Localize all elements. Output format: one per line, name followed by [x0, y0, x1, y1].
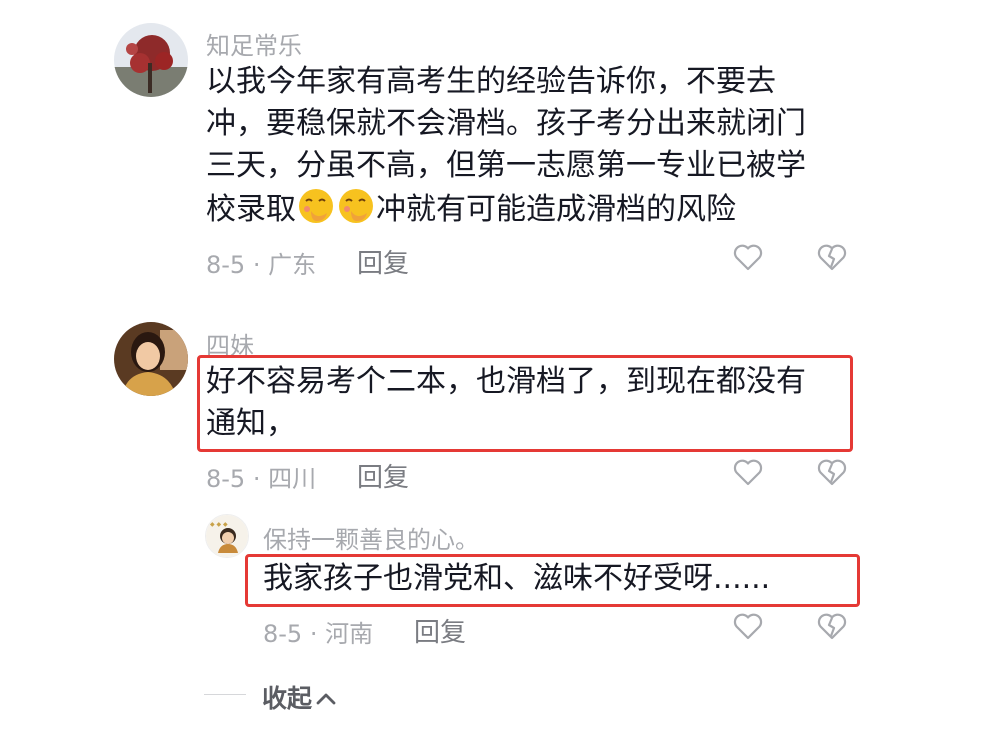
like-button[interactable] [733, 458, 763, 490]
face-with-hand-over-mouth-icon [299, 189, 333, 223]
like-button[interactable] [733, 612, 763, 644]
collapse-label: 收起 [262, 684, 313, 713]
dislike-button[interactable] [817, 243, 847, 275]
avatar[interactable] [114, 322, 188, 396]
reply-button[interactable]: 回复 [414, 612, 466, 649]
comment-line: 以我今年家有高考生的经验告诉你，不要去 [206, 64, 776, 99]
comment-line: 三天，分虽不高，但第一志愿第一专业已被学 [206, 148, 806, 183]
comment-line-suffix: 冲就有可能造成滑档的风险 [376, 192, 736, 227]
dislike-button[interactable] [817, 612, 847, 644]
highlight-box [197, 355, 853, 452]
avatar-image: ◆ ◆ ◆ [206, 515, 248, 557]
divider [204, 694, 246, 695]
broken-heart-icon [817, 459, 847, 486]
avatar-image [114, 23, 188, 97]
broken-heart-icon [817, 613, 847, 640]
comment-line-prefix: 校录取 [206, 192, 296, 227]
reply-button[interactable]: 回复 [357, 243, 409, 280]
comment-meta: 8-5 · 河南 [263, 620, 374, 648]
collapse-replies-button[interactable]: 收起 [262, 679, 336, 715]
comment-line: 冲，要稳保就不会滑档。孩子考分出来就闭门 [206, 106, 806, 141]
highlight-box [245, 554, 860, 607]
dislike-button[interactable] [817, 458, 847, 490]
heart-outline-icon [733, 613, 763, 640]
avatar-image [114, 322, 188, 396]
heart-outline-icon [733, 459, 763, 486]
comment-line-last: 校录取 冲就有可能造成滑档的风险 [206, 187, 806, 231]
svg-text:◆ ◆ ◆: ◆ ◆ ◆ [210, 521, 228, 528]
heart-outline-icon [733, 244, 763, 271]
like-button[interactable] [733, 243, 763, 275]
face-with-hand-over-mouth-icon [339, 189, 373, 223]
comment-text: 以我今年家有高考生的经验告诉你，不要去 冲，要稳保就不会滑档。孩子考分出来就闭门… [206, 61, 806, 231]
chevron-up-icon [316, 693, 336, 705]
comment-meta: 8-5 · 四川 [206, 465, 317, 493]
broken-heart-icon [817, 244, 847, 271]
reply-username[interactable]: 保持一颗善良的心。 [263, 520, 479, 555]
reply-button[interactable]: 回复 [357, 457, 409, 494]
avatar[interactable]: ◆ ◆ ◆ [205, 514, 249, 558]
comment-meta: 8-5 · 广东 [206, 251, 317, 279]
avatar[interactable] [114, 23, 188, 97]
comment-username[interactable]: 知足常乐 [206, 26, 302, 61]
